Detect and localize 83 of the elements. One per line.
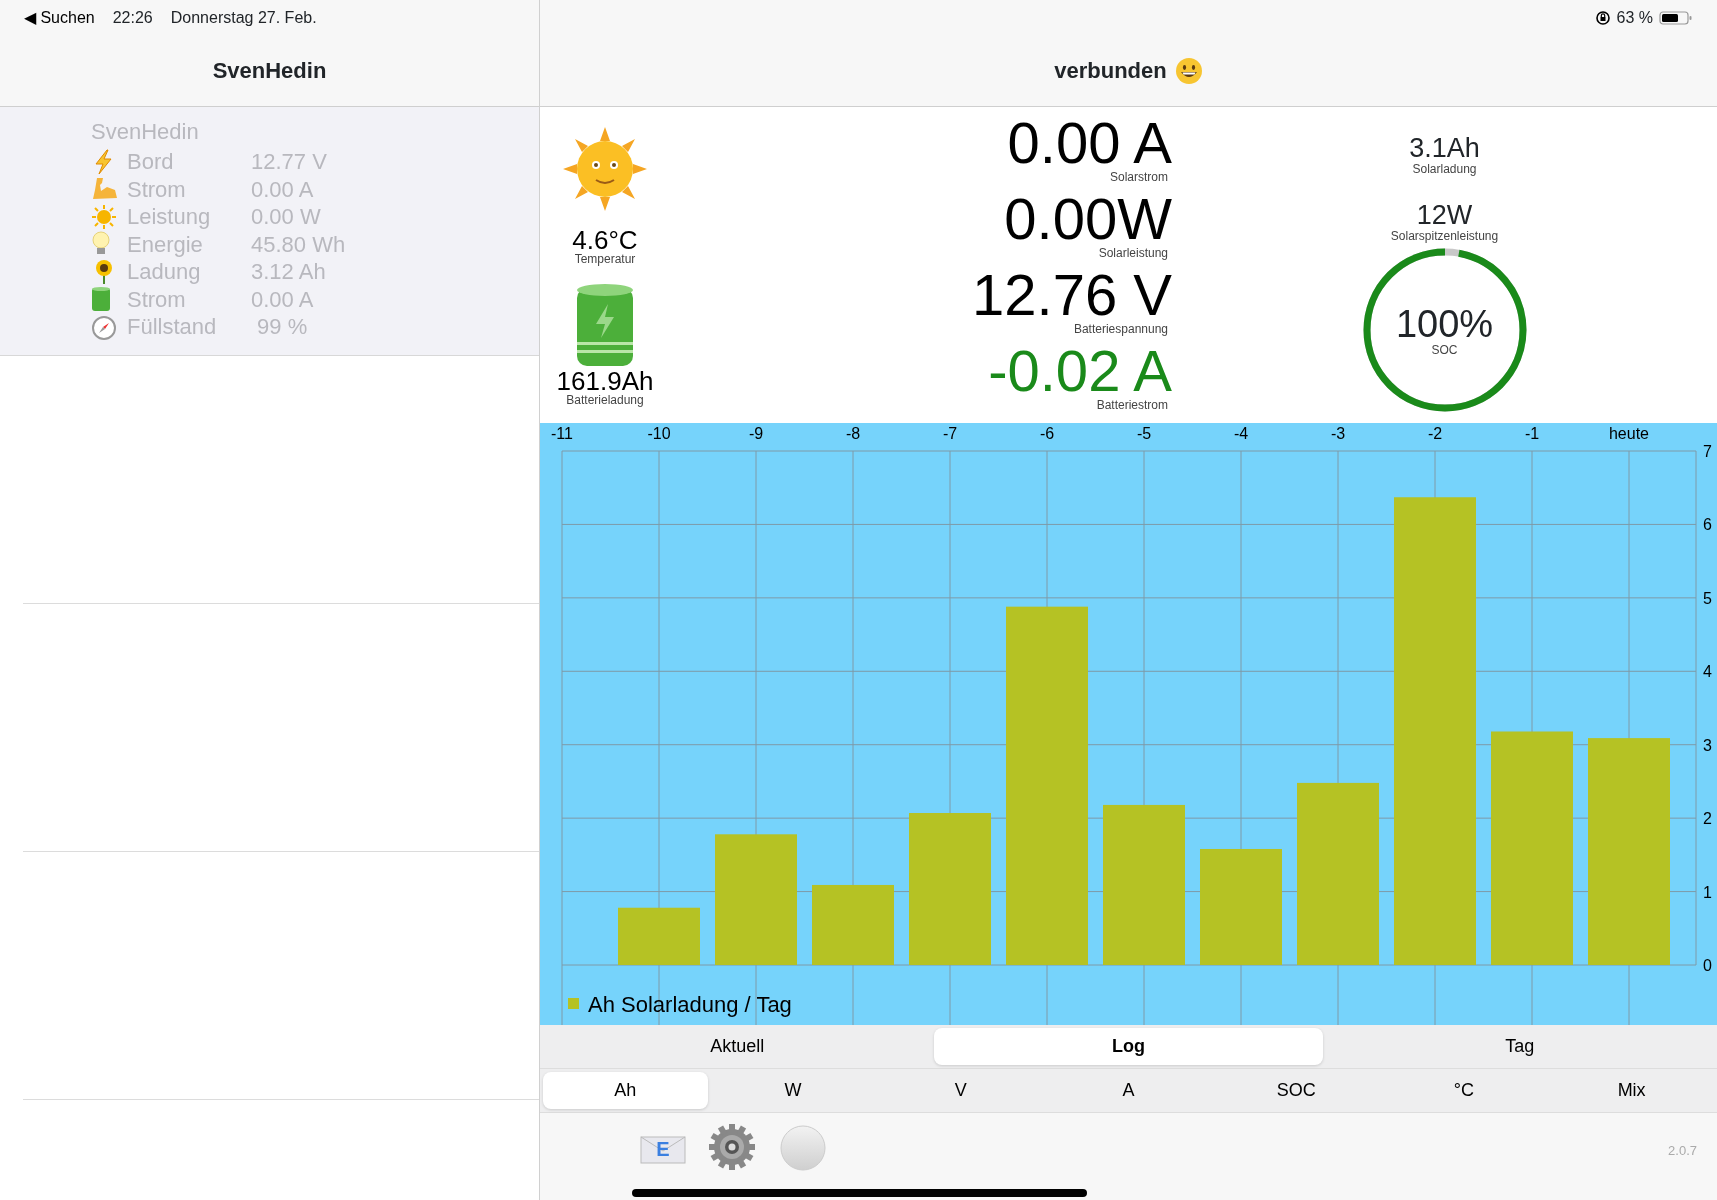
compass-icon — [91, 313, 117, 340]
light-bulb-icon — [91, 231, 111, 257]
segment-tab[interactable]: °C — [1381, 1072, 1547, 1109]
solar-charge-label: Solarladung — [1412, 163, 1477, 176]
segment-tab[interactable]: Tag — [1325, 1028, 1714, 1065]
segment-tab[interactable]: V — [878, 1072, 1044, 1109]
battery-charge-label: Batterieladung — [566, 394, 644, 407]
axis-label: 5 — [1703, 589, 1712, 607]
temperature-value: 4.6°C — [572, 227, 638, 253]
peak-power-label: Solarspitzenleistung — [1390, 230, 1499, 243]
axis-label: heute — [1609, 425, 1649, 442]
reading-label: Solarleistung — [1098, 247, 1168, 259]
axis-label: -5 — [1136, 425, 1152, 442]
axis-label: -8 — [845, 425, 861, 442]
segment-tab[interactable]: Mix — [1549, 1072, 1714, 1109]
segment-tab[interactable]: SOC — [1213, 1072, 1379, 1109]
metric-label: Füllstand — [127, 313, 218, 341]
soc-value: 100% — [1395, 303, 1494, 344]
axis-label: 3 — [1703, 736, 1712, 754]
sun-icon — [91, 203, 117, 230]
battery-charge-value: 161.9Ah — [556, 368, 654, 394]
reading-label: Batteriespannung — [1073, 323, 1168, 335]
metric-value: 0.00 A — [251, 175, 315, 204]
battery-percent: 63 % — [1616, 7, 1653, 28]
version-text: 2.0.7 — [1668, 1142, 1697, 1160]
segment-tab[interactable]: Ah — [543, 1072, 708, 1109]
axis-label: -2 — [1427, 425, 1443, 442]
device-name: SvenHedin — [91, 119, 200, 145]
axis-label: -6 — [1039, 425, 1055, 442]
axis-label: -3 — [1330, 425, 1346, 442]
axis-label: 2 — [1703, 810, 1712, 828]
battery-icon — [1659, 9, 1693, 26]
solar-charge-value: 3.1Ah — [1409, 133, 1480, 163]
reading-value: 0.00W — [1004, 191, 1172, 247]
reading-value: 0.00 A — [1007, 115, 1172, 171]
reading-label: Batteriestrom — [1096, 399, 1168, 411]
segment-tab[interactable]: W — [710, 1072, 876, 1109]
clock-time: 22:26 — [112, 7, 153, 28]
reading-value: 12.76 V — [972, 267, 1172, 323]
connection-status: verbunden — [1054, 57, 1167, 85]
metric-label: Strom — [127, 285, 187, 314]
axis-label: 7 — [1703, 443, 1712, 460]
metric-value: 12.77 V — [251, 148, 328, 176]
axis-label: -1 — [1524, 425, 1540, 442]
metric-value: 45.80 Wh — [251, 230, 347, 259]
axis-label: -11 — [551, 425, 573, 442]
reading-value: -0.02 A — [988, 343, 1172, 399]
date-text: Donnerstag 27. Feb. — [170, 7, 317, 28]
axis-label: 1 — [1703, 883, 1712, 901]
rotation-lock-icon — [1594, 9, 1611, 26]
metric-label: Strom — [127, 175, 187, 204]
axis-label: -4 — [1233, 425, 1249, 442]
legend-swatch — [568, 998, 579, 1009]
metric-value: 99 % — [256, 313, 309, 341]
metric-label: Leistung — [127, 203, 212, 231]
peak-power-value: 12W — [1416, 200, 1473, 230]
axis-label: -9 — [748, 425, 764, 442]
axis-label: 4 — [1703, 663, 1712, 681]
axis-label: -7 — [942, 425, 958, 442]
segment-tab[interactable]: Log — [934, 1028, 1323, 1065]
axis-label: 0 — [1703, 957, 1712, 974]
sun-face-icon — [563, 127, 647, 211]
settings-button[interactable] — [708, 1123, 756, 1171]
metric-label: Bord — [127, 148, 175, 176]
battery-icon — [575, 282, 635, 368]
soc-label: SOC — [1431, 343, 1458, 357]
temperature-label: Temperatur — [574, 253, 636, 266]
smiley-icon — [1174, 56, 1203, 85]
axis-label: 6 — [1703, 516, 1712, 534]
metric-value: 0.00 A — [251, 285, 315, 314]
segment-tab[interactable]: Aktuell — [543, 1028, 932, 1065]
legend-label: Ah Solarladung / Tag — [588, 992, 792, 1017]
metric-label: Energie — [127, 230, 204, 259]
metric-value: 3.12 Ah — [251, 258, 327, 286]
segment-tab[interactable]: A — [1046, 1072, 1211, 1109]
panel-title: SvenHedin — [212, 57, 327, 85]
back-link[interactable]: ◀ Suchen — [24, 5, 95, 30]
battery-icon — [91, 286, 111, 312]
metric-value: 0.00 W — [251, 203, 322, 231]
flexed-arm-icon — [91, 176, 119, 202]
metric-label: Ladung — [127, 258, 202, 286]
reading-label: Solarstrom — [1110, 171, 1168, 183]
axis-label: -10 — [647, 425, 671, 442]
